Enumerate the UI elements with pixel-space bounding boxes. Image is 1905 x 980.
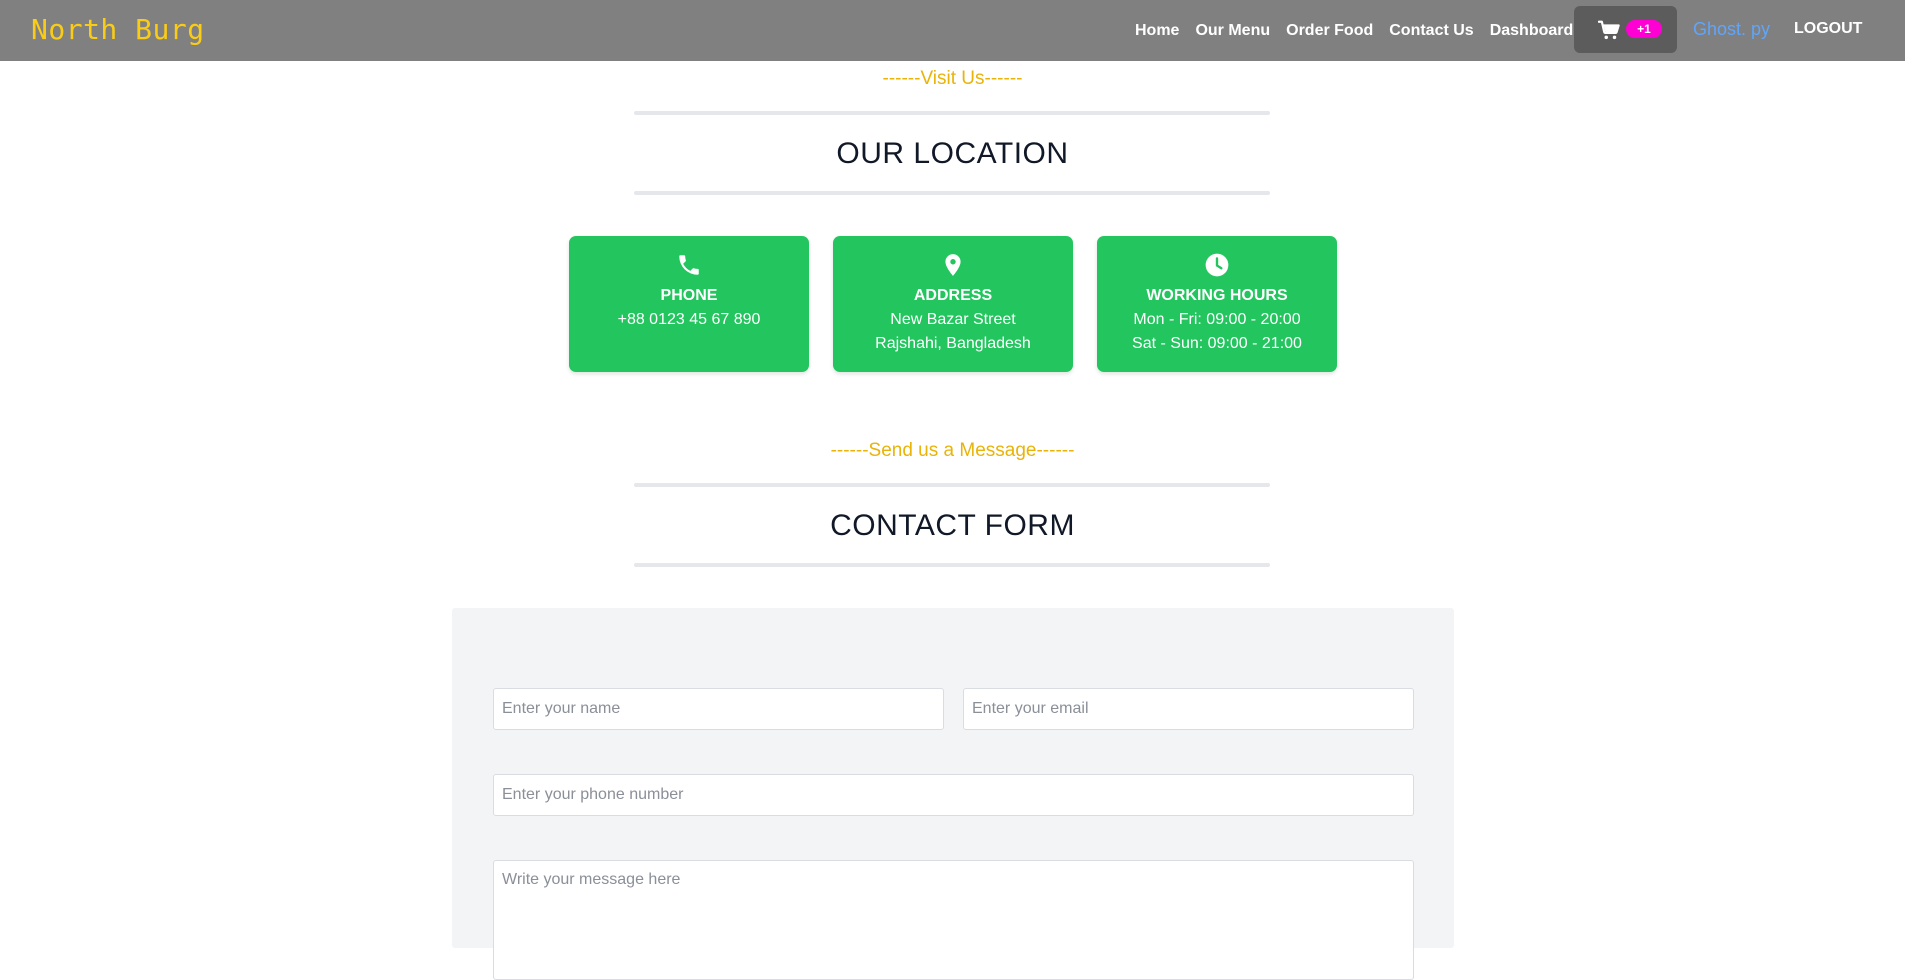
nav-link-order-food[interactable]: Order Food	[1286, 22, 1373, 40]
phone-card: PHONE +88 0123 45 67 890	[569, 236, 809, 372]
contact-form	[452, 608, 1454, 980]
brand-logo[interactable]: North Burg	[31, 13, 205, 46]
divider	[634, 191, 1270, 195]
send-message-eyebrow: ------Send us a Message------	[830, 440, 1075, 461]
visit-us-eyebrow: ------Visit Us------	[882, 68, 1023, 89]
address-line-2: Rajshahi, Bangladesh	[875, 335, 1031, 352]
email-input[interactable]	[963, 688, 1414, 730]
name-input[interactable]	[493, 688, 944, 730]
address-card-title: ADDRESS	[913, 287, 993, 304]
location-title: OUR LOCATION	[836, 137, 1069, 170]
phone-input[interactable]	[493, 774, 1414, 816]
hours-card: WORKING HOURS Mon - Fri: 09:00 - 20:00 S…	[1097, 236, 1337, 372]
cart-button[interactable]: +1	[1574, 6, 1677, 53]
divider	[634, 483, 1270, 487]
hours-card-title: WORKING HOURS	[1146, 287, 1288, 304]
clock-icon	[1205, 253, 1229, 277]
message-textarea[interactable]	[493, 860, 1414, 980]
phone-number: +88 0123 45 67 890	[617, 311, 761, 328]
logout-button[interactable]: LOGOUT	[1794, 20, 1862, 38]
nav-link-dashboard[interactable]: Dashboard	[1490, 22, 1574, 40]
address-card: ADDRESS New Bazar Street Rajshahi, Bangl…	[833, 236, 1073, 372]
contact-form-title: CONTACT FORM	[830, 509, 1075, 542]
weekday-hours: Mon - Fri: 09:00 - 20:00	[1133, 311, 1301, 328]
user-profile-link[interactable]: Ghost. py	[1693, 19, 1770, 40]
phone-card-title: PHONE	[660, 287, 718, 304]
main-nav: Home Our Menu Order Food Contact Us Dash…	[1135, 0, 1589, 61]
divider	[634, 563, 1270, 567]
divider	[634, 111, 1270, 115]
cart-icon	[1598, 20, 1620, 40]
phone-icon	[679, 255, 699, 275]
cart-count-badge: +1	[1626, 20, 1662, 38]
nav-link-our-menu[interactable]: Our Menu	[1195, 22, 1270, 40]
top-navbar: North Burg Home Our Menu Order Food Cont…	[0, 0, 1905, 61]
address-line-1: New Bazar Street	[890, 311, 1016, 328]
weekend-hours: Sat - Sun: 09:00 - 21:00	[1132, 335, 1302, 352]
map-pin-icon	[945, 254, 961, 276]
nav-link-home[interactable]: Home	[1135, 22, 1179, 40]
nav-link-contact-us[interactable]: Contact Us	[1389, 22, 1473, 40]
